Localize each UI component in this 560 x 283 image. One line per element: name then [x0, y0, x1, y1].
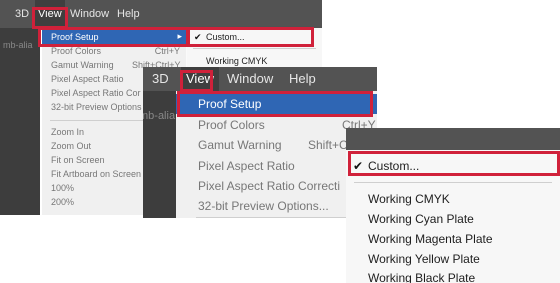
menu-help[interactable]: Help [117, 0, 140, 28]
highlight-proof-setup [38, 27, 190, 47]
screenshot-2: 3D View Window Help mb-alia Proof Setup … [143, 67, 377, 218]
submenu-item-working-magenta[interactable]: Working Magenta Plate [368, 232, 493, 246]
submenu-item-working-cmyk[interactable]: Working CMYK [368, 192, 450, 206]
menu-3d[interactable]: 3D [15, 0, 29, 28]
menu-bar [346, 128, 560, 150]
highlight-custom [348, 151, 560, 176]
submenu-separator [193, 48, 316, 49]
submenu-item-working-cyan[interactable]: Working Cyan Plate [368, 212, 474, 226]
menu-separator [196, 217, 369, 218]
highlight-proof-setup [177, 91, 373, 117]
submenu-item-working-black[interactable]: Working Black Plate [368, 271, 475, 283]
submenu-separator [354, 182, 552, 183]
document-tab-ghost: mb-alia [143, 110, 176, 122]
menu-help[interactable]: Help [289, 67, 316, 91]
screenshot-3: ✔ Custom... Working CMYK Working Cyan Pl… [346, 128, 560, 283]
highlight-custom [186, 27, 314, 47]
highlight-view-menu [180, 70, 213, 92]
document-tab-ghost: mb-alia [3, 40, 33, 50]
menu-window[interactable]: Window [227, 67, 273, 91]
submenu-item-working-cmyk[interactable]: Working CMYK [206, 56, 267, 66]
menu-bar: 3D View Window Help [143, 67, 377, 91]
document-area [0, 28, 40, 215]
menu-3d[interactable]: 3D [152, 67, 169, 91]
menu-window[interactable]: Window [70, 0, 109, 28]
submenu-item-working-yellow[interactable]: Working Yellow Plate [368, 252, 480, 266]
highlight-view-menu [32, 7, 68, 29]
